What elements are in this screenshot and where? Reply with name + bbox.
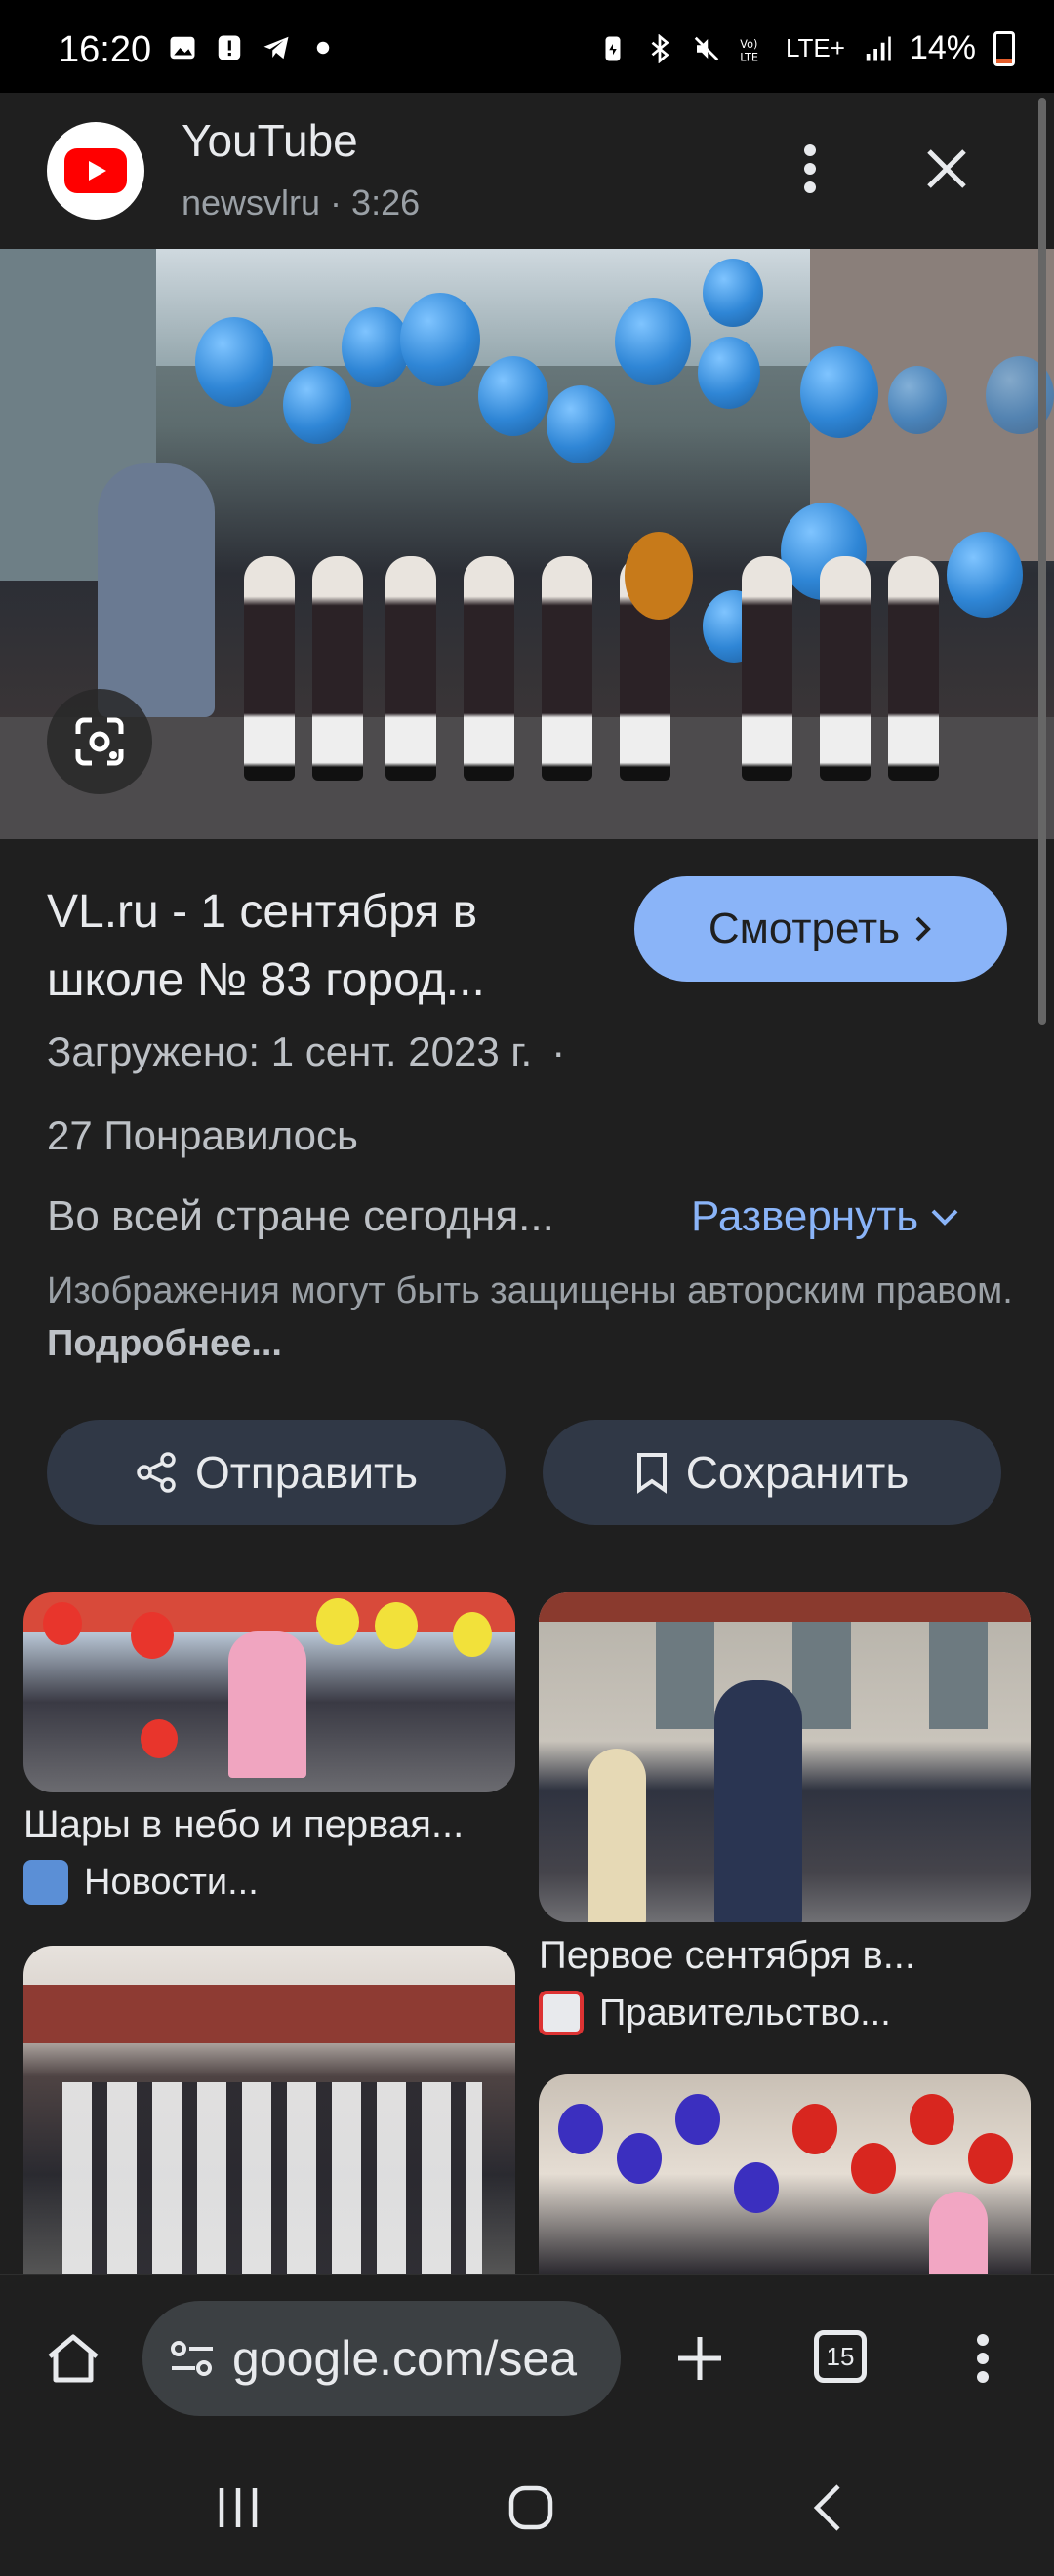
signal-icon — [866, 36, 891, 60]
bluetooth-icon — [651, 33, 669, 63]
chevron-right-icon — [915, 916, 931, 942]
volte-icon: Vo)LTE — [740, 37, 758, 63]
system-status: Vo) LTE LTE+ 14% — [598, 29, 1015, 67]
home-nav-icon — [508, 2485, 553, 2530]
network-type: LTE+ — [786, 33, 845, 62]
save-label: Сохранить — [685, 1447, 910, 1498]
result-source-label: Новости... — [84, 1861, 259, 1903]
result-title[interactable]: Первое сентября в... — [539, 1934, 915, 1978]
lens-icon — [75, 717, 124, 766]
alert-icon — [218, 35, 241, 60]
browser-toolbar: google.com/sea 15 — [0, 2274, 1054, 2441]
copyright-notice: Изображения могут быть защищены авторски… — [47, 1265, 1013, 1370]
status-time: 16:20 — [59, 29, 152, 70]
notification-icons — [168, 33, 338, 62]
likes-count: 27 Понравилось — [47, 1112, 358, 1158]
battery-percent: 14% — [909, 29, 976, 66]
upload-date-row: Загружено: 1 сент. 2023 г. · — [47, 1028, 565, 1075]
upload-date: Загружено: 1 сент. 2023 г. — [47, 1028, 533, 1074]
telegram-icon — [264, 36, 289, 60]
svg-text:Vo): Vo) — [740, 37, 757, 50]
plus-icon — [678, 2337, 721, 2380]
meta-separator: · — [551, 1028, 566, 1074]
preview-image[interactable] — [0, 249, 1054, 839]
recent-apps-button[interactable] — [199, 2478, 277, 2537]
youtube-logo-icon — [47, 122, 144, 220]
result-image[interactable] — [23, 1946, 515, 2274]
share-label: Отправить — [194, 1447, 419, 1498]
more-vert-icon — [804, 144, 816, 193]
home-button[interactable] — [39, 2324, 107, 2393]
site-settings-icon — [171, 2341, 213, 2376]
close-button[interactable] — [917, 140, 976, 198]
dot-icon — [316, 41, 330, 55]
svg-text:LTE: LTE — [740, 51, 758, 63]
result-source[interactable]: Новости... — [23, 1860, 259, 1905]
video-title[interactable]: VL.ru - 1 сентября в школе № 83 город... — [47, 878, 593, 1015]
result-image[interactable] — [539, 2074, 1031, 2274]
recent-apps-icon — [219, 2488, 258, 2527]
mute-icon — [694, 36, 719, 60]
copyright-text: Изображения могут быть защищены авторски… — [47, 1270, 1013, 1311]
expand-button[interactable]: Развернуть — [691, 1192, 959, 1241]
save-button[interactable]: Сохранить — [543, 1420, 1001, 1525]
government-favicon-icon — [539, 1991, 584, 2035]
back-button[interactable] — [789, 2478, 867, 2537]
tab-switcher-button[interactable]: 15 — [814, 2330, 867, 2383]
watch-label: Смотреть — [708, 905, 901, 952]
gallery-icon — [170, 36, 195, 60]
result-title[interactable]: Шары в небо и первая... — [23, 1803, 464, 1847]
status-bar: 16:20 Vo) LTE LTE+ 14% — [0, 0, 1054, 93]
result-image[interactable] — [23, 1592, 515, 1792]
share-button[interactable]: Отправить — [47, 1420, 506, 1525]
watch-button[interactable]: Смотреть — [634, 876, 1007, 982]
google-lens-button[interactable] — [47, 689, 152, 794]
system-navigation-bar — [0, 2439, 1054, 2576]
learn-more-link[interactable]: Подробнее... — [47, 1323, 282, 1364]
home-nav-button[interactable] — [492, 2478, 570, 2537]
source-subtitle: newsvlru · 3:26 — [182, 182, 421, 222]
scrollbar[interactable] — [1038, 98, 1046, 1025]
url-text: google.com/sea — [232, 2331, 578, 2386]
address-bar[interactable]: google.com/sea — [142, 2301, 621, 2416]
browser-menu-button[interactable] — [958, 2322, 1007, 2395]
result-source-label: Правительство... — [599, 1992, 891, 2033]
news-favicon-icon — [23, 1860, 68, 1905]
result-image[interactable] — [539, 1592, 1031, 1922]
sync-icon — [605, 36, 621, 60]
back-icon — [813, 2484, 840, 2531]
more-vert-icon — [977, 2334, 989, 2383]
expand-label: Развернуть — [691, 1192, 919, 1240]
sheet-header: YouTube newsvlru · 3:26 — [0, 93, 1054, 249]
result-source[interactable]: Правительство... — [539, 1991, 891, 2035]
chevron-down-icon — [931, 1209, 958, 1226]
home-icon — [48, 2334, 99, 2383]
new-tab-button[interactable] — [664, 2322, 736, 2395]
source-app-name: YouTube — [182, 115, 358, 166]
battery-icon — [993, 30, 1015, 66]
video-description: Во всей стране сегодня... — [47, 1192, 554, 1240]
close-icon — [927, 149, 966, 188]
share-icon — [137, 1452, 176, 1493]
more-options-button[interactable] — [781, 140, 839, 198]
bookmark-icon — [636, 1453, 667, 1494]
tab-count: 15 — [826, 2341, 855, 2371]
